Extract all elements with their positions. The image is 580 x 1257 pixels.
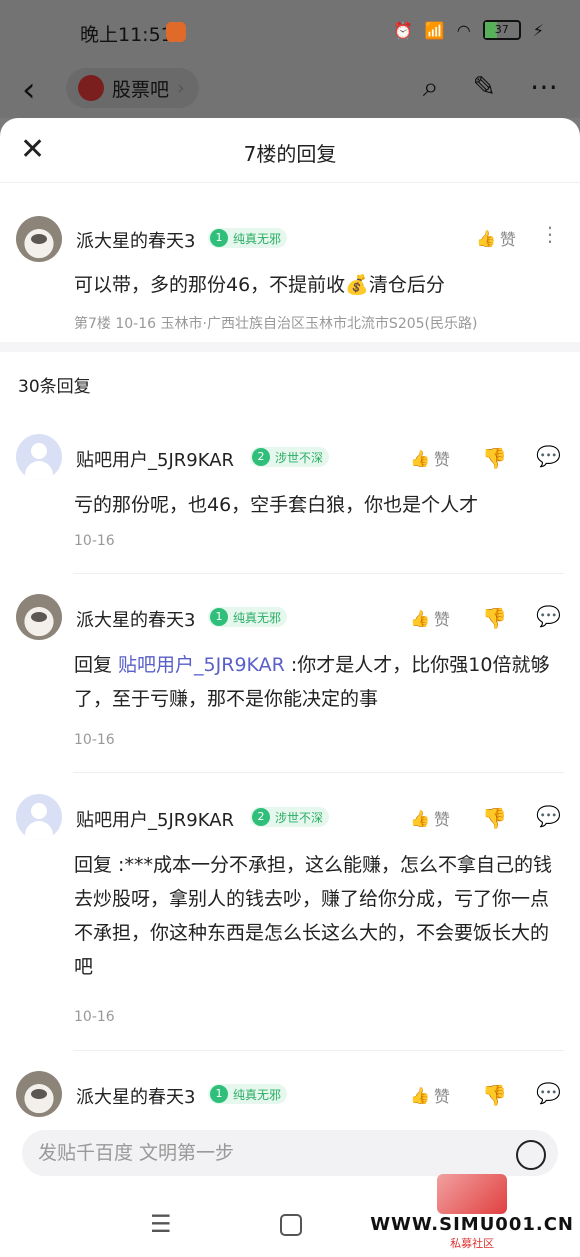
reply-input[interactable]: 发贴千百度 文明第一步: [22, 1130, 558, 1176]
like-button[interactable]: 👍 赞: [410, 806, 450, 830]
thumbs-up-icon: 👍: [476, 228, 496, 248]
status-time: 晚上11:51: [80, 24, 173, 46]
forum-chip[interactable]: 股票吧 ›: [66, 68, 199, 108]
reply-sheet: ✕ 7楼的回复 派大星的春天3 1 纯真无邪 👍 赞 ⋮ 可以带，多的那份46，不提…: [0, 118, 580, 1257]
level-badge: 1 纯真无邪: [208, 1084, 288, 1104]
level-badge: 2 涉世不深: [250, 447, 330, 467]
section-divider: [0, 342, 580, 352]
comment-icon[interactable]: 💬: [536, 604, 561, 628]
like-button[interactable]: 👍 赞: [410, 446, 450, 470]
mention-link[interactable]: 贴吧用户_5JR9KAR: [118, 654, 285, 676]
thumbs-up-icon: 👍: [410, 608, 430, 628]
avatar[interactable]: [16, 1071, 62, 1117]
thumbs-down-icon[interactable]: 👎: [482, 446, 507, 470]
like-button[interactable]: 👍 赞: [410, 1083, 450, 1107]
like-button[interactable]: 👍 赞: [476, 226, 516, 250]
home-icon[interactable]: [280, 1214, 302, 1236]
status-icons: ⏰ 📶 ◠ 37 ⚡: [393, 20, 544, 40]
username[interactable]: 派大星的春天3: [76, 1083, 195, 1109]
username[interactable]: 贴吧用户_5JR9KAR: [76, 806, 234, 832]
avatar[interactable]: [16, 794, 62, 840]
chevron-right-icon: ›: [177, 77, 185, 99]
thumbs-up-icon: 👍: [410, 808, 430, 828]
wifi-icon: ◠: [456, 20, 471, 40]
avatar[interactable]: [16, 594, 62, 640]
thumbs-up-icon: 👍: [410, 448, 430, 468]
username[interactable]: 派大星的春天3: [76, 606, 195, 632]
avatar[interactable]: [16, 434, 62, 480]
reply-content: 回复 贴吧用户_5JR9KAR :你才是人才，比你强10倍就够了，至于亏赚，那不…: [74, 654, 550, 710]
emoji-icon[interactable]: [516, 1140, 546, 1170]
reply-date: 10-16: [74, 1009, 115, 1025]
forum-avatar-icon: [78, 75, 104, 101]
menu-icon[interactable]: ☰: [150, 1210, 172, 1238]
avatar[interactable]: [16, 216, 62, 262]
battery-icon: 37: [482, 20, 521, 40]
username[interactable]: 贴吧用户_5JR9KAR: [76, 446, 234, 472]
reply-content: 回复 :***成本一分不承担，这么能赚，怎么不拿自己的钱去炒股呀，拿别人的钱去吵…: [74, 854, 552, 978]
top-nav: ‹ 股票吧 › ⌕ ✎ ⋯: [0, 66, 580, 118]
thumbs-down-icon[interactable]: 👎: [482, 606, 507, 630]
reply-content: 亏的那份呢，也46，空手套白狼，你也是个人才: [74, 494, 479, 516]
signal-icon: 📶: [424, 20, 445, 40]
reply-separator: [73, 1050, 564, 1051]
compose-icon[interactable]: ✎: [473, 70, 496, 104]
thumbs-up-icon: 👍: [410, 1085, 430, 1105]
username[interactable]: 派大星的春天3: [76, 227, 195, 253]
sheet-header: ✕ 7楼的回复: [0, 118, 580, 183]
reply-separator: [73, 573, 564, 574]
thumbs-down-icon[interactable]: 👎: [482, 1083, 507, 1107]
reply-separator: [73, 772, 564, 773]
level-badge: 1 纯真无邪: [208, 228, 288, 248]
more-icon[interactable]: ⋯: [530, 70, 558, 104]
charging-icon: ⚡: [532, 20, 544, 40]
alarm-icon: ⏰: [392, 20, 413, 40]
back-icon[interactable]: ‹: [22, 70, 36, 110]
thumbs-down-icon[interactable]: 👎: [482, 806, 507, 830]
post-meta: 第7楼 10-16 玉林市·广西壮族自治区玉林市北流市S205(民乐路): [74, 316, 478, 332]
app-notification-icon: [166, 22, 186, 42]
more-vertical-icon[interactable]: ⋮: [540, 222, 560, 246]
status-bar: 晚上11:51 ⏰ 📶 ◠ 37 ⚡: [0, 0, 580, 66]
reply-date: 10-16: [74, 732, 115, 748]
reply-date: 10-16: [74, 533, 115, 549]
level-badge: 2 涉世不深: [250, 807, 330, 827]
reply-count: 30条回复: [18, 377, 91, 397]
watermark: WWW.SIMU001.CN 私募社区: [370, 1174, 574, 1251]
comment-icon[interactable]: 💬: [536, 444, 561, 468]
watermark-logo: [437, 1174, 508, 1214]
floor-post: 派大星的春天3 1 纯真无邪 👍 赞 ⋮ 可以带，多的那份46，不提前收💰清仓后分 …: [0, 182, 580, 342]
search-icon[interactable]: ⌕: [423, 70, 439, 104]
like-button[interactable]: 👍 赞: [410, 606, 450, 630]
sheet-title: 7楼的回复: [243, 142, 337, 166]
forum-name: 股票吧: [112, 78, 170, 101]
comment-icon[interactable]: 💬: [536, 1081, 561, 1105]
level-badge: 1 纯真无邪: [208, 607, 288, 627]
system-nav-bar: ☰ WWW.SIMU001.CN 私募社区: [0, 1174, 580, 1257]
comment-icon[interactable]: 💬: [536, 804, 561, 828]
post-content: 可以带，多的那份46，不提前收💰清仓后分: [74, 274, 445, 296]
